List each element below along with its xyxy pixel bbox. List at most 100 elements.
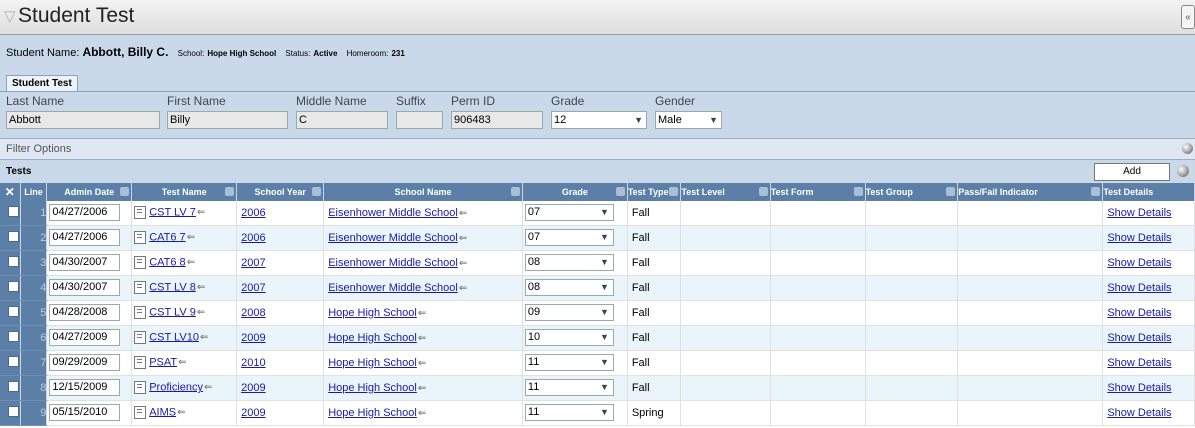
return-arrow-icon[interactable]: ⇐ [418, 408, 426, 419]
note-icon[interactable] [134, 331, 147, 344]
school-year-link[interactable]: 2009 [241, 382, 265, 394]
test-name-link[interactable]: PSAT [149, 356, 177, 368]
row-checkbox[interactable] [8, 331, 19, 342]
admin-date-input[interactable]: 04/27/2006 [49, 204, 121, 221]
gender-select[interactable]: Male ▼ [655, 111, 722, 129]
suffix-field[interactable] [396, 111, 443, 129]
sort-icon[interactable] [510, 187, 520, 196]
test-name-link[interactable]: CST LV10 [149, 331, 199, 343]
sort-icon[interactable] [120, 187, 130, 196]
school-year-link[interactable]: 2007 [241, 282, 265, 294]
return-arrow-icon[interactable]: ⇐ [418, 333, 426, 344]
school-year-link[interactable]: 2006 [241, 232, 265, 244]
return-arrow-icon[interactable]: ⇐ [197, 307, 205, 318]
return-arrow-icon[interactable]: ⇐ [459, 233, 467, 244]
return-arrow-icon[interactable]: ⇐ [187, 232, 195, 243]
grade-select[interactable]: 09 ▼ [524, 304, 614, 321]
tab-student-test[interactable]: Student Test [6, 75, 78, 91]
note-icon[interactable] [134, 406, 147, 419]
return-arrow-icon[interactable]: ⇐ [204, 382, 212, 393]
admin-date-input[interactable]: 04/30/2007 [49, 254, 121, 271]
row-checkbox[interactable] [8, 356, 19, 367]
test-name-link[interactable]: CST LV 8 [149, 281, 196, 293]
admin-date-input[interactable]: 04/27/2009 [49, 329, 121, 346]
sort-icon[interactable] [615, 187, 625, 196]
grade-select[interactable]: 11 ▼ [524, 354, 614, 371]
school-name-link[interactable]: Eisenhower Middle School [328, 257, 458, 269]
note-icon[interactable] [134, 306, 147, 319]
sort-icon[interactable] [1091, 187, 1101, 196]
row-checkbox[interactable] [8, 281, 19, 292]
note-icon[interactable] [134, 356, 147, 369]
col-test-level[interactable]: Test Level [680, 183, 771, 201]
school-year-link[interactable]: 2009 [241, 407, 265, 419]
grade-select[interactable]: 08 ▼ [524, 279, 614, 296]
delete-all-icon[interactable]: ✕ [0, 183, 21, 201]
sort-icon[interactable] [758, 187, 768, 196]
school-name-link[interactable]: Hope High School [328, 307, 417, 319]
return-arrow-icon[interactable]: ⇐ [177, 407, 185, 418]
show-details-link[interactable]: Show Details [1107, 232, 1171, 244]
return-arrow-icon[interactable]: ⇐ [187, 257, 195, 268]
grade-select[interactable]: 11 ▼ [524, 404, 614, 421]
note-icon[interactable] [134, 256, 147, 269]
collapse-icon[interactable] [1177, 165, 1189, 177]
school-name-link[interactable]: Eisenhower Middle School [328, 282, 458, 294]
school-name-link[interactable]: Hope High School [328, 382, 417, 394]
test-name-link[interactable]: CAT6 8 [149, 256, 185, 268]
grade-select[interactable]: 12 ▼ [551, 111, 647, 129]
col-test-details[interactable]: Test Details [1102, 183, 1195, 201]
collapse-icon[interactable] [1182, 143, 1193, 154]
school-year-link[interactable]: 2006 [241, 207, 265, 219]
school-name-link[interactable]: Eisenhower Middle School [328, 207, 458, 219]
row-checkbox[interactable] [8, 381, 19, 392]
show-details-link[interactable]: Show Details [1107, 357, 1171, 369]
show-details-link[interactable]: Show Details [1107, 282, 1171, 294]
col-admin-date[interactable]: Admin Date [46, 183, 133, 201]
admin-date-input[interactable]: 04/27/2006 [49, 229, 121, 246]
col-test-group[interactable]: Test Group [865, 183, 959, 201]
show-details-link[interactable]: Show Details [1107, 257, 1171, 269]
school-name-link[interactable]: Eisenhower Middle School [328, 232, 458, 244]
school-year-link[interactable]: 2010 [241, 357, 265, 369]
test-name-link[interactable]: CAT6 7 [149, 231, 185, 243]
return-arrow-icon[interactable]: ⇐ [200, 332, 208, 343]
grade-select[interactable]: 08 ▼ [524, 254, 614, 271]
return-arrow-icon[interactable]: ⇐ [459, 208, 467, 219]
admin-date-input[interactable]: 04/30/2007 [49, 279, 121, 296]
add-button[interactable]: Add [1094, 163, 1170, 181]
school-year-link[interactable]: 2008 [241, 307, 265, 319]
first-name-field[interactable]: Billy [167, 111, 288, 129]
expand-icon[interactable]: « [1181, 5, 1195, 29]
row-checkbox[interactable] [8, 306, 19, 317]
note-icon[interactable] [134, 206, 147, 219]
sort-icon[interactable] [312, 187, 322, 196]
show-details-link[interactable]: Show Details [1107, 382, 1171, 394]
return-arrow-icon[interactable]: ⇐ [197, 207, 205, 218]
last-name-field[interactable]: Abbott [6, 111, 160, 129]
note-icon[interactable] [134, 281, 147, 294]
show-details-link[interactable]: Show Details [1107, 307, 1171, 319]
filter-options-bar[interactable]: Filter Options [0, 138, 1195, 160]
admin-date-input[interactable]: 05/15/2010 [49, 404, 121, 421]
return-arrow-icon[interactable]: ⇐ [459, 283, 467, 294]
admin-date-input[interactable]: 09/29/2009 [49, 354, 121, 371]
col-line[interactable]: Line [20, 183, 48, 201]
show-details-link[interactable]: Show Details [1107, 207, 1171, 219]
grade-select[interactable]: 07 ▼ [524, 229, 614, 246]
col-test-type[interactable]: Test Type [627, 183, 682, 201]
row-checkbox[interactable] [8, 206, 19, 217]
col-school-year[interactable]: School Year [236, 183, 325, 201]
sort-icon[interactable] [225, 187, 235, 196]
sort-icon[interactable] [946, 187, 956, 196]
col-pass-fail[interactable]: Pass/Fail Indicator [957, 183, 1104, 201]
school-year-link[interactable]: 2007 [241, 257, 265, 269]
test-name-link[interactable]: CST LV 9 [149, 306, 196, 318]
school-name-link[interactable]: Hope High School [328, 357, 417, 369]
return-arrow-icon[interactable]: ⇐ [197, 282, 205, 293]
school-year-link[interactable]: 2009 [241, 332, 265, 344]
perm-id-field[interactable]: 906483 [451, 111, 543, 129]
row-checkbox[interactable] [8, 256, 19, 267]
admin-date-input[interactable]: 12/15/2009 [49, 379, 121, 396]
col-school-name[interactable]: School Name [323, 183, 523, 201]
